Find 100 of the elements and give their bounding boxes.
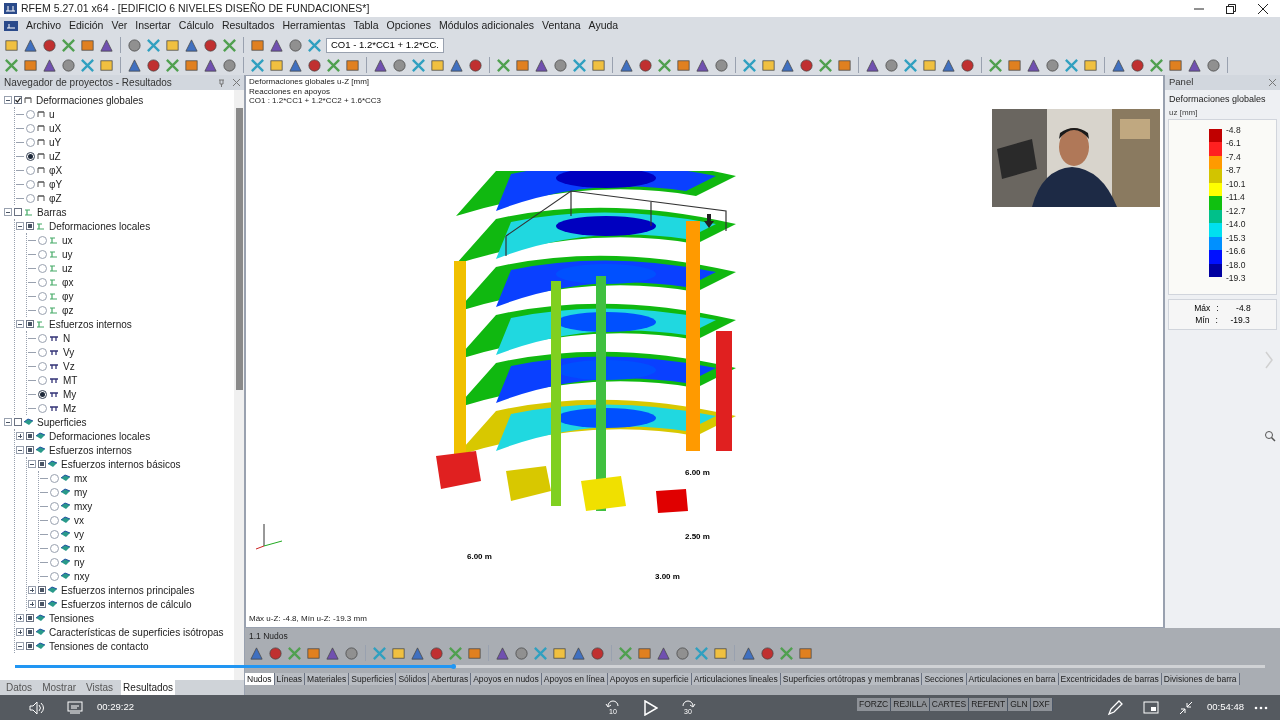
radio-button[interactable]	[26, 165, 35, 175]
tree-item[interactable]: ny	[74, 554, 85, 570]
tree-item[interactable]: ux	[62, 232, 73, 248]
status-toggle[interactable]: CARTES	[929, 698, 970, 711]
collapse-icon[interactable]	[1179, 700, 1193, 715]
tree-item[interactable]: Tensiones de contacto	[49, 638, 149, 654]
tree-item[interactable]: Esfuerzos internos básicos	[61, 456, 181, 472]
tree-item[interactable]: Vz	[63, 358, 75, 374]
tool-icon[interactable]	[468, 57, 483, 73]
tool-icon[interactable]	[288, 37, 303, 53]
tool-icon[interactable]	[373, 57, 388, 73]
tool-icon[interactable]	[903, 57, 918, 73]
tree-item[interactable]: Deformaciones locales	[49, 218, 151, 234]
tool-icon[interactable]	[80, 37, 95, 53]
tool-icon[interactable]	[288, 57, 303, 73]
captions-icon[interactable]	[67, 700, 83, 715]
navigator-tab[interactable]: Mostrar	[40, 680, 79, 695]
tool-icon[interactable]	[146, 57, 161, 73]
menu-item[interactable]: Herramientas	[282, 18, 346, 34]
tool-icon[interactable]	[1026, 57, 1041, 73]
load-combination-dropdown[interactable]: CO1 - 1.2*CC1 + 1.2*CC.	[326, 37, 444, 53]
table-tab[interactable]: Líneas	[274, 672, 306, 686]
menu-item[interactable]: Archivo	[26, 18, 61, 34]
tool-icon[interactable]	[761, 57, 776, 73]
tool-icon[interactable]	[656, 645, 671, 661]
radio-button[interactable]	[26, 151, 35, 161]
tool-icon[interactable]	[496, 57, 511, 73]
tool-icon[interactable]	[798, 645, 813, 661]
tool-icon[interactable]	[1168, 57, 1183, 73]
tree-item[interactable]: φz	[62, 302, 74, 318]
tool-icon[interactable]	[80, 57, 95, 73]
tool-icon[interactable]	[1111, 57, 1126, 73]
menu-item[interactable]: Edición	[69, 18, 104, 34]
tool-icon[interactable]	[713, 645, 728, 661]
tool-icon[interactable]	[222, 37, 237, 53]
table-tab[interactable]: Apoyos en superficie	[607, 672, 692, 686]
tool-icon[interactable]	[307, 37, 322, 53]
table-tab[interactable]: Apoyos en nudos	[471, 672, 542, 686]
checkbox[interactable]	[26, 614, 34, 622]
tree-item[interactable]: Esfuerzos internos principales	[61, 582, 195, 598]
tree-item[interactable]: mx	[74, 470, 88, 486]
zoom-icon[interactable]	[1264, 430, 1276, 442]
radio-button[interactable]	[38, 235, 47, 245]
tree-item[interactable]: My	[63, 386, 77, 402]
checkbox[interactable]	[38, 586, 46, 594]
tree-item[interactable]: N	[63, 330, 71, 346]
tree-item[interactable]: Esfuerzos internos de cálculo	[61, 596, 192, 612]
progress-handle[interactable]	[450, 664, 456, 669]
tool-icon[interactable]	[591, 57, 606, 73]
pin-icon[interactable]	[218, 78, 225, 87]
tool-icon[interactable]	[411, 57, 426, 73]
picture-in-picture-icon[interactable]	[1143, 701, 1159, 714]
tool-icon[interactable]	[1007, 57, 1022, 73]
radio-button[interactable]	[26, 179, 35, 189]
tool-icon[interactable]	[1045, 57, 1060, 73]
tree-item[interactable]: φy	[62, 288, 74, 304]
table-tab[interactable]: Superficies	[349, 672, 397, 686]
tool-icon[interactable]	[449, 57, 464, 73]
table-tab[interactable]: Sólidos	[396, 672, 430, 686]
radio-button[interactable]	[50, 515, 59, 525]
radio-button[interactable]	[38, 361, 47, 371]
tool-icon[interactable]	[780, 57, 795, 73]
table-tab[interactable]: Articulaciones en barra	[966, 672, 1059, 686]
tool-icon[interactable]	[99, 37, 114, 53]
checkbox[interactable]	[26, 628, 34, 636]
play-icon[interactable]	[644, 699, 658, 716]
tool-icon[interactable]	[515, 57, 530, 73]
expander[interactable]	[16, 432, 24, 440]
tool-icon[interactable]	[61, 57, 76, 73]
tool-icon[interactable]	[269, 57, 284, 73]
menu-item[interactable]: Tabla	[353, 18, 379, 34]
radio-button[interactable]	[38, 333, 47, 343]
table-tab[interactable]: Apoyos en línea	[541, 672, 608, 686]
expander[interactable]	[16, 642, 24, 650]
tree-item[interactable]: Esfuerzos internos	[49, 316, 132, 332]
navigator-tab[interactable]: Resultados	[121, 680, 176, 695]
expander[interactable]	[16, 614, 24, 622]
tool-icon[interactable]	[42, 57, 57, 73]
tree-item[interactable]: my	[74, 484, 88, 500]
status-toggle[interactable]: REJILLA	[891, 698, 930, 711]
menu-item[interactable]: Resultados	[221, 18, 275, 34]
checkbox[interactable]	[26, 222, 34, 230]
expander[interactable]	[28, 600, 36, 608]
checkbox[interactable]	[14, 96, 22, 104]
tool-icon[interactable]	[590, 645, 605, 661]
tool-icon[interactable]	[184, 57, 199, 73]
tree-item[interactable]: Esfuerzos internos	[49, 442, 132, 458]
tool-icon[interactable]	[1206, 57, 1221, 73]
tool-icon[interactable]	[534, 57, 549, 73]
tool-icon[interactable]	[960, 57, 975, 73]
tool-icon[interactable]	[638, 57, 653, 73]
tool-icon[interactable]	[344, 645, 359, 661]
tree-item[interactable]: uy	[62, 246, 73, 262]
tool-icon[interactable]	[430, 57, 445, 73]
status-toggle[interactable]: GLN	[1008, 698, 1031, 711]
radio-button[interactable]	[38, 347, 47, 357]
navigator-tab[interactable]: Vistas	[84, 680, 116, 695]
tree-item[interactable]: uX	[49, 120, 62, 136]
tool-icon[interactable]	[1130, 57, 1145, 73]
tool-icon[interactable]	[345, 57, 360, 73]
